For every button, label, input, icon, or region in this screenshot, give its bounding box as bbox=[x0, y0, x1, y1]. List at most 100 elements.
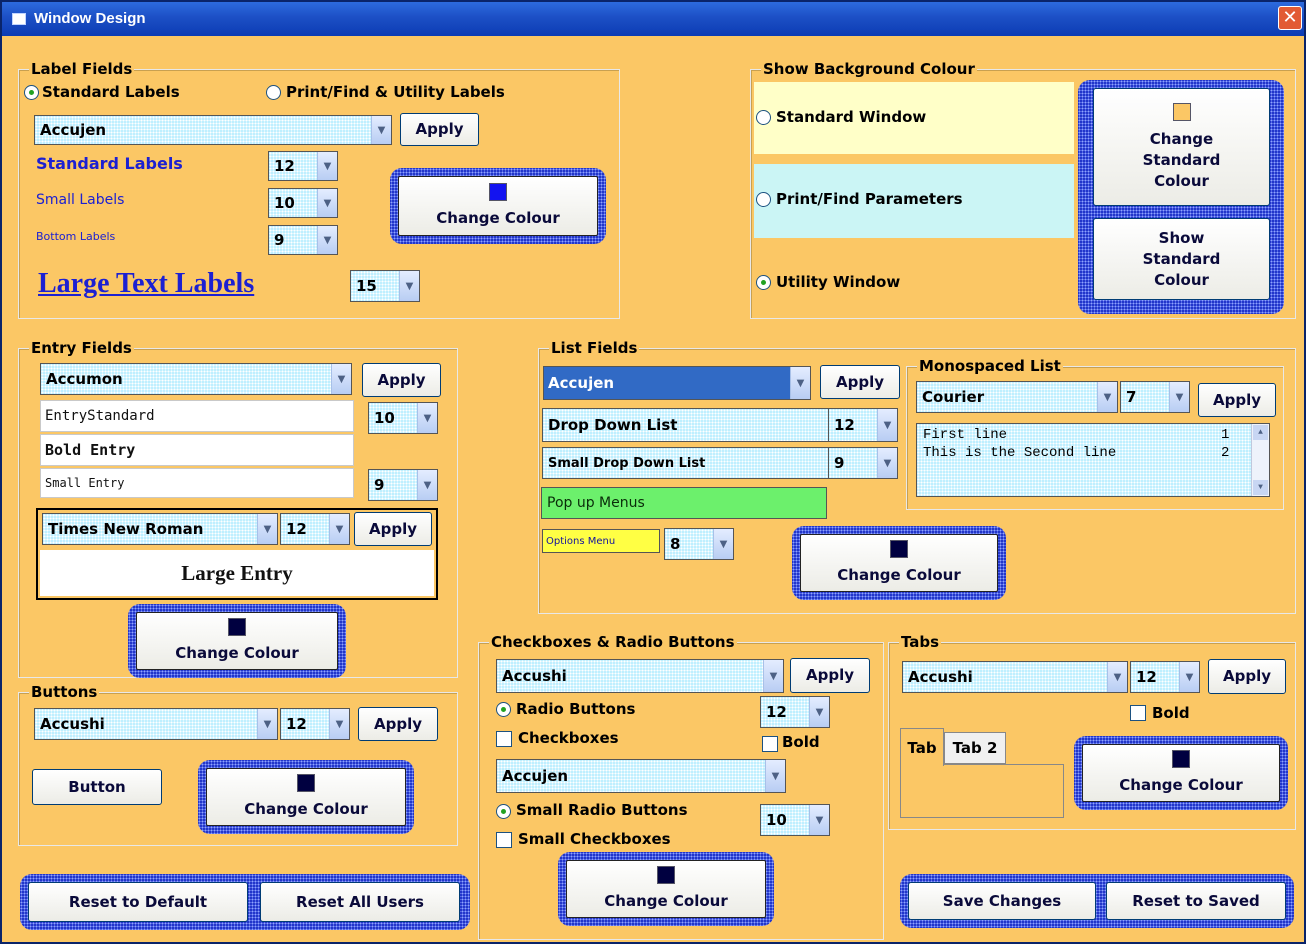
options-size-value: 8 bbox=[670, 535, 681, 553]
save-changes-button[interactable]: Save Changes bbox=[908, 882, 1096, 920]
radio-print-find-labels[interactable] bbox=[266, 85, 281, 100]
options-size-combo[interactable]: 8 ▼ bbox=[664, 528, 734, 560]
large-entry-apply-button[interactable]: Apply bbox=[354, 512, 432, 546]
group-title-label-fields: Label Fields bbox=[29, 60, 135, 78]
standard-size-combo[interactable]: 12 ▼ bbox=[268, 151, 338, 181]
chevron-down-icon: ▼ bbox=[417, 470, 437, 500]
checkboxes-sample[interactable] bbox=[496, 731, 512, 747]
chevron-down-icon: ▼ bbox=[399, 271, 419, 301]
list-apply-button[interactable]: Apply bbox=[820, 365, 900, 399]
small-checkboxes-sample[interactable] bbox=[496, 832, 512, 848]
check-small-size-combo[interactable]: 10 ▼ bbox=[760, 804, 830, 836]
tabs-font-combo[interactable]: Accushi ▼ bbox=[902, 661, 1128, 693]
check-font-value: Accushi bbox=[502, 667, 567, 685]
tab-2[interactable]: Tab 2 bbox=[944, 732, 1006, 764]
chevron-down-icon: ▼ bbox=[763, 660, 783, 692]
radio-print-find-label: Print/Find Parameters bbox=[776, 190, 963, 208]
check-change-colour-button[interactable]: Change Colour bbox=[558, 852, 774, 926]
tabs-apply-button[interactable]: Apply bbox=[1208, 659, 1286, 694]
small-radio-sample-label: Small Radio Buttons bbox=[516, 801, 688, 819]
standard-entry-field[interactable]: EntryStandard bbox=[40, 400, 354, 432]
buttons-change-colour-label: Change Colour bbox=[244, 800, 368, 818]
buttons-size-combo[interactable]: 12 ▼ bbox=[280, 708, 350, 740]
drop-down-list[interactable]: Drop Down List bbox=[542, 408, 830, 442]
large-size-combo[interactable]: 15 ▼ bbox=[350, 270, 420, 302]
small-drop-down-size-combo[interactable]: 9 ▼ bbox=[828, 447, 898, 479]
small-labels-sample: Small Labels bbox=[36, 192, 125, 208]
tabs-size-combo[interactable]: 12 ▼ bbox=[1130, 661, 1200, 693]
standard-size-value: 12 bbox=[274, 157, 295, 175]
radio-print-find[interactable] bbox=[756, 192, 771, 207]
group-title-list-fields: List Fields bbox=[549, 339, 640, 357]
label-change-colour-button[interactable]: Change Colour bbox=[390, 168, 606, 244]
group-title-background: Show Background Colour bbox=[761, 60, 977, 78]
reset-to-default-button[interactable]: Reset to Default bbox=[28, 882, 248, 922]
entry-change-colour-button[interactable]: Change Colour bbox=[128, 604, 346, 678]
scroll-up-icon[interactable]: ▲ bbox=[1253, 425, 1268, 440]
tabs-bold-checkbox[interactable] bbox=[1130, 705, 1146, 721]
bottom-size-combo[interactable]: 9 ▼ bbox=[268, 225, 338, 255]
check-apply-button[interactable]: Apply bbox=[790, 658, 870, 693]
mono-apply-button[interactable]: Apply bbox=[1198, 383, 1276, 417]
drop-down-size-combo[interactable]: 12 ▼ bbox=[828, 408, 898, 442]
tabs-change-colour-button[interactable]: Change Colour bbox=[1074, 736, 1288, 810]
mono-font-combo[interactable]: Courier ▼ bbox=[916, 381, 1118, 413]
show-standard-colour-button[interactable]: Show Standard Colour bbox=[1093, 218, 1270, 300]
entry-small-size-combo[interactable]: 9 ▼ bbox=[368, 469, 438, 501]
options-menu-button[interactable]: Options Menu bbox=[542, 529, 660, 553]
popup-menus-field[interactable]: Pop up Menus bbox=[541, 487, 827, 519]
show-standard-colour-line-3: Colour bbox=[1154, 270, 1209, 289]
check-font-combo[interactable]: Accushi ▼ bbox=[496, 659, 784, 693]
bold-entry-field[interactable]: Bold Entry bbox=[40, 434, 354, 466]
radio-print-find-labels-label: Print/Find & Utility Labels bbox=[286, 83, 505, 101]
chevron-down-icon: ▼ bbox=[809, 805, 829, 835]
list-change-colour-button[interactable]: Change Colour bbox=[792, 526, 1006, 600]
reset-all-users-button[interactable]: Reset All Users bbox=[260, 882, 460, 922]
radio-standard-window[interactable] bbox=[756, 110, 771, 125]
mono-size-combo[interactable]: 7 ▼ bbox=[1120, 381, 1190, 413]
entry-apply-button[interactable]: Apply bbox=[362, 363, 441, 397]
tab-1[interactable]: Tab bbox=[900, 728, 944, 766]
label-font-combo[interactable]: Accujen ▼ bbox=[34, 115, 392, 145]
small-size-combo[interactable]: 10 ▼ bbox=[268, 188, 338, 218]
radio-utility-window-label: Utility Window bbox=[776, 273, 901, 291]
mono-list-box[interactable]: First line 1 This is the Second line 2 ▲… bbox=[916, 423, 1270, 497]
change-standard-colour-button[interactable]: Change Standard Colour bbox=[1093, 88, 1270, 206]
chevron-down-icon: ▼ bbox=[877, 448, 897, 478]
check-small-font-combo[interactable]: Accujen ▼ bbox=[496, 759, 786, 793]
small-entry-field[interactable]: Small Entry bbox=[40, 468, 354, 498]
radio-standard-labels[interactable] bbox=[24, 85, 39, 100]
list-font-combo[interactable]: Accujen ▼ bbox=[543, 366, 811, 400]
buttons-font-combo[interactable]: Accushi ▼ bbox=[34, 708, 278, 740]
large-text-labels-sample: Large Text Labels bbox=[38, 268, 255, 299]
large-entry-field[interactable]: Large Entry bbox=[40, 550, 434, 596]
change-standard-colour-line-3: Colour bbox=[1154, 171, 1209, 190]
chevron-down-icon: ▼ bbox=[317, 152, 337, 180]
check-size-combo[interactable]: 12 ▼ bbox=[760, 696, 830, 728]
reset-to-saved-button[interactable]: Reset to Saved bbox=[1106, 882, 1286, 920]
buttons-apply-button[interactable]: Apply bbox=[358, 707, 438, 741]
title-bar[interactable]: Window Design ✕ bbox=[2, 2, 1304, 36]
label-apply-button[interactable]: Apply bbox=[400, 113, 479, 146]
chevron-down-icon: ▼ bbox=[1097, 382, 1117, 412]
entry-standard-size-combo[interactable]: 10 ▼ bbox=[368, 402, 438, 434]
mono-list-line-1: First line bbox=[923, 427, 1008, 443]
entry-font-combo[interactable]: Accumon ▼ bbox=[40, 363, 352, 395]
chevron-down-icon: ▼ bbox=[329, 514, 349, 544]
show-standard-colour-line-2: Standard bbox=[1142, 249, 1221, 268]
radio-utility-window[interactable] bbox=[756, 275, 771, 290]
radio-buttons-sample[interactable] bbox=[496, 702, 511, 717]
small-radio-sample[interactable] bbox=[496, 804, 511, 819]
scroll-down-icon[interactable]: ▼ bbox=[1253, 480, 1268, 495]
buttons-change-colour-button[interactable]: Change Colour bbox=[198, 760, 414, 834]
check-bold-checkbox[interactable] bbox=[762, 736, 778, 752]
mono-list-scrollbar[interactable]: ▲ ▼ bbox=[1251, 424, 1269, 496]
large-entry-size-combo[interactable]: 12 ▼ bbox=[280, 513, 350, 545]
small-drop-down-list[interactable]: Small Drop Down List bbox=[542, 447, 830, 479]
radio-standard-window-label: Standard Window bbox=[776, 108, 927, 126]
close-button[interactable]: ✕ bbox=[1278, 6, 1302, 30]
chevron-down-icon: ▼ bbox=[317, 189, 337, 217]
large-entry-font-combo[interactable]: Times New Roman ▼ bbox=[42, 513, 278, 545]
chevron-down-icon: ▼ bbox=[713, 529, 733, 559]
sample-button[interactable]: Button bbox=[32, 769, 162, 805]
